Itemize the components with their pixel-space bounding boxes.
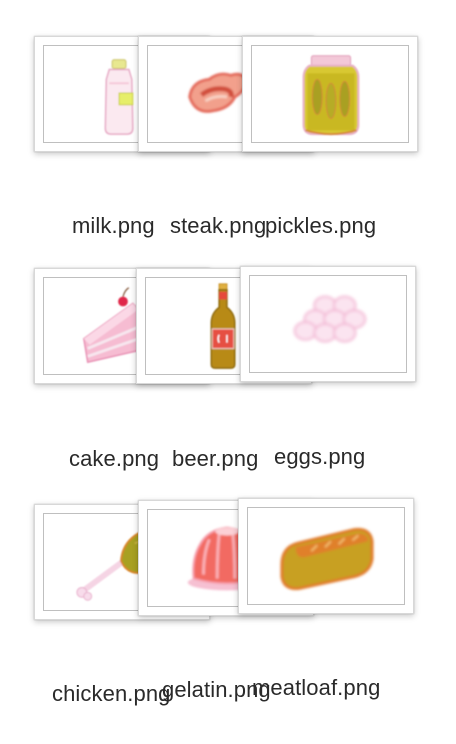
thumbnail-frame [249, 275, 407, 373]
eggs-icon [293, 295, 367, 343]
pickle-jar-icon [302, 55, 360, 136]
file-label-beer[interactable]: beer.png [172, 446, 258, 472]
file-label-chicken[interactable]: chicken.png [52, 681, 171, 707]
file-label-steak[interactable]: steak.png [170, 213, 266, 239]
file-label-pickles[interactable]: pickles.png [265, 213, 376, 239]
file-label-eggs[interactable]: eggs.png [274, 444, 365, 470]
meatloaf-icon [280, 527, 374, 591]
file-label-cake[interactable]: cake.png [69, 446, 159, 472]
file-label-milk[interactable]: milk.png [72, 213, 155, 239]
file-thumbnail-meatloaf[interactable] [238, 498, 414, 614]
file-thumbnail-pickles[interactable] [242, 36, 418, 152]
thumbnail-frame [251, 45, 409, 143]
file-thumbnail-eggs[interactable] [240, 266, 416, 382]
file-label-meatloaf[interactable]: meatloaf.png [252, 675, 380, 701]
thumbnail-frame [247, 507, 405, 605]
desktop-file-grid: milk.png steak.png pickles.png cake.png … [0, 0, 456, 744]
